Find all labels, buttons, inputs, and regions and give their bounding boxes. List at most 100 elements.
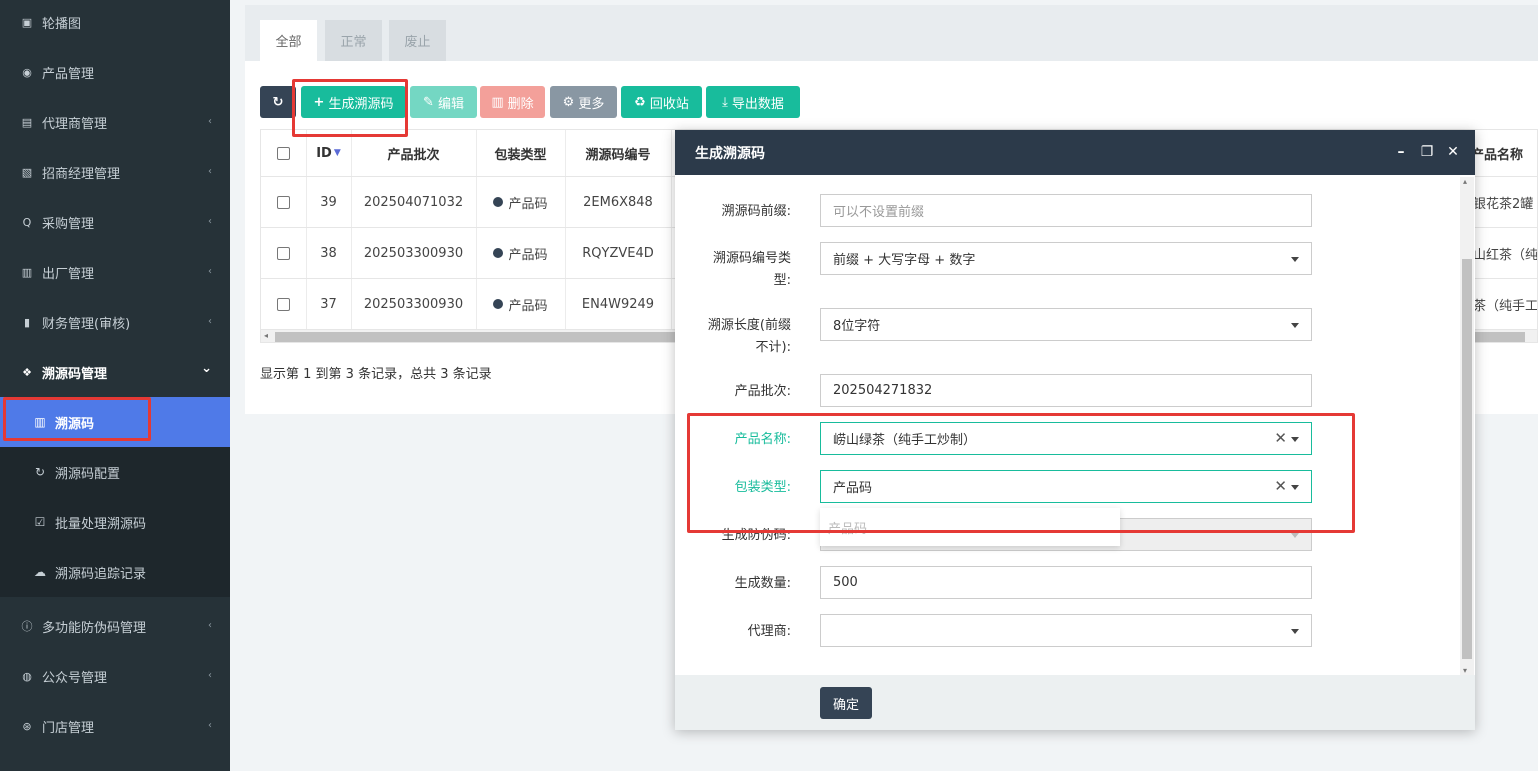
- chevron-left-icon: ‹: [208, 720, 212, 731]
- header-id[interactable]: ID ▼: [306, 130, 351, 176]
- row-checkbox[interactable]: [277, 297, 290, 311]
- agent-label: 代理商:: [747, 624, 791, 639]
- sidebar-item-cubes[interactable]: ❖ 溯源码管理 ⌄: [0, 347, 230, 397]
- close-icon[interactable]: ✕: [1445, 143, 1461, 161]
- store-icon: ⊛: [22, 719, 32, 733]
- dialog-header: 生成溯源码 – ❐ ✕: [675, 130, 1475, 175]
- sidebar-item-label: 招商经理管理: [42, 166, 121, 182]
- batch-label: 产品批次:: [734, 384, 791, 399]
- clear-icon[interactable]: ✕: [1274, 477, 1287, 495]
- product-name-value: 崂山绿茶（纯手工炒制）: [833, 433, 977, 448]
- length-select[interactable]: 8位字符: [820, 308, 1312, 341]
- sidebar-subitem-3[interactable]: ☁ 溯源码追踪记录: [0, 547, 230, 597]
- export-button[interactable]: ⤓ 导出数据: [706, 86, 800, 118]
- cell-id: 37: [320, 296, 337, 312]
- header-code[interactable]: 溯源码编号: [565, 130, 671, 176]
- refresh-button[interactable]: ↻: [260, 86, 296, 118]
- code-type-label-line1: 溯源码编号类: [712, 251, 791, 266]
- chevron-down-icon: [1291, 533, 1299, 538]
- chevron-left-icon: ‹: [208, 116, 212, 127]
- edit-button[interactable]: ✎ 编辑: [410, 86, 477, 118]
- more-label: 更多: [578, 96, 605, 112]
- cell-pack-type-label: 产品码: [508, 196, 548, 212]
- row-checkbox-cell[interactable]: [261, 177, 306, 227]
- recycle-icon: ♻: [634, 94, 646, 110]
- recycle-label: 回收站: [649, 96, 689, 112]
- batch-input[interactable]: 202504271832: [820, 374, 1312, 407]
- header-id-label: ID: [316, 145, 332, 161]
- header-batch[interactable]: 产品批次: [351, 130, 476, 176]
- pack-type-value: 产品码: [833, 481, 873, 496]
- chevron-down-icon: [1291, 485, 1299, 490]
- sidebar-item-globe[interactable]: ◉ 产品管理: [0, 47, 230, 97]
- delete-label: 删除: [507, 96, 534, 112]
- row-checkbox-cell[interactable]: [261, 279, 306, 329]
- maximize-icon[interactable]: ❐: [1419, 143, 1435, 161]
- sidebar: ▣ 轮播图 ◉ 产品管理 ▤ 代理商管理 ‹ ▧ 招商经理管理 ‹ Q 采购管理 ‹ ▥ 出厂管理 ‹ ▮ 财务管…: [0, 0, 230, 771]
- recycle-bin-button[interactable]: ♻ 回收站: [621, 86, 702, 118]
- row-checkbox-cell[interactable]: [261, 228, 306, 278]
- tab-normal[interactable]: 正常: [325, 20, 382, 61]
- ledger-icon: ▮: [23, 315, 31, 329]
- plus-icon: +: [313, 94, 325, 110]
- confirm-button[interactable]: 确定: [820, 687, 872, 719]
- image-icon: ▣: [21, 15, 33, 29]
- row-checkbox[interactable]: [277, 195, 290, 209]
- scroll-down-icon[interactable]: ▾: [1463, 666, 1467, 675]
- cubes-icon: ❖: [22, 365, 32, 379]
- sidebar-subitem-1[interactable]: ↻ 溯源码配置: [0, 447, 230, 497]
- sidebar-subitem-2[interactable]: ☑ 批量处理溯源码: [0, 497, 230, 547]
- sort-desc-icon: ▼: [333, 148, 341, 158]
- chevron-left-icon: ‹: [208, 166, 212, 177]
- pack-type-select[interactable]: 产品码 ✕: [820, 470, 1312, 503]
- row-checkbox[interactable]: [277, 246, 290, 260]
- scroll-up-icon[interactable]: ▴: [1463, 177, 1467, 186]
- code-type-select[interactable]: 前缀 + 大写字母 + 数字: [820, 242, 1312, 275]
- sidebar-item-q[interactable]: Q 采购管理 ‹: [0, 197, 230, 247]
- sidebar-item-label: 轮播图: [42, 16, 82, 32]
- dialog-title: 生成溯源码: [695, 145, 765, 162]
- sidebar-subitem-label: 溯源码追踪记录: [55, 566, 147, 582]
- header-product-name[interactable]: 产品名称: [1471, 130, 1537, 176]
- select-all-checkbox[interactable]: [277, 146, 290, 160]
- agent-select[interactable]: [820, 614, 1312, 647]
- header-pack-type[interactable]: 包装类型: [476, 130, 565, 176]
- prefix-input[interactable]: 可以不设置前缀: [820, 194, 1312, 227]
- generate-trace-code-button[interactable]: + 生成溯源码: [301, 86, 406, 118]
- chevron-down-icon: [1291, 257, 1299, 262]
- pack-type-option[interactable]: 产品码: [828, 518, 867, 537]
- sidebar-item-ledger[interactable]: ▮ 财务管理(审核) ‹: [0, 297, 230, 347]
- vertical-scrollbar[interactable]: ▴ ▾: [1460, 177, 1474, 675]
- sidebar-item-contact[interactable]: ▧ 招商经理管理 ‹: [0, 147, 230, 197]
- sidebar-item-image[interactable]: ▣ 轮播图: [0, 0, 230, 47]
- minimize-icon[interactable]: –: [1393, 143, 1409, 161]
- sidebar-item-label: 代理商管理: [42, 116, 108, 132]
- bus-icon: ▥: [21, 265, 33, 279]
- refresh-icon: ↻: [34, 465, 46, 479]
- tab-abolished[interactable]: 废止: [389, 20, 446, 61]
- sidebar-item-store[interactable]: ⊛ 门店管理 ‹: [0, 701, 230, 751]
- sidebar-subitem-label: 批量处理溯源码: [55, 516, 147, 532]
- chevron-left-icon: ‹: [208, 316, 212, 327]
- cell-batch: 202503300930: [363, 296, 464, 312]
- product-name-select[interactable]: 崂山绿茶（纯手工炒制） ✕: [820, 422, 1312, 455]
- sidebar-item-info[interactable]: ⓘ 多功能防伪码管理 ‹: [0, 601, 230, 651]
- cell-code: EN4W9249: [581, 296, 655, 312]
- sidebar-subitem-0[interactable]: ▥ 溯源码: [0, 397, 230, 447]
- delete-button[interactable]: ▥ 删除: [480, 86, 545, 118]
- sidebar-item-wechat[interactable]: ◍ 公众号管理 ‹: [0, 651, 230, 701]
- sidebar-item-label: 财务管理(审核): [42, 316, 131, 332]
- status-dot-icon: [493, 299, 504, 309]
- select-all-checkbox-cell[interactable]: [261, 130, 306, 176]
- scroll-left-icon[interactable]: ◂: [264, 331, 268, 340]
- sidebar-item-label: 出厂管理: [42, 266, 95, 282]
- vertical-scroll-thumb[interactable]: [1462, 259, 1472, 659]
- clear-icon[interactable]: ✕: [1274, 429, 1287, 447]
- sidebar-item-bus[interactable]: ▥ 出厂管理 ‹: [0, 247, 230, 297]
- more-button[interactable]: ⚙ 更多: [550, 86, 617, 118]
- tab-all[interactable]: 全部: [260, 20, 317, 61]
- tabs-bar: 全部 正常 废止: [245, 5, 1538, 61]
- quantity-input[interactable]: 500: [820, 566, 1312, 599]
- status-dot-icon: [493, 248, 504, 258]
- sidebar-item-id-card[interactable]: ▤ 代理商管理 ‹: [0, 97, 230, 147]
